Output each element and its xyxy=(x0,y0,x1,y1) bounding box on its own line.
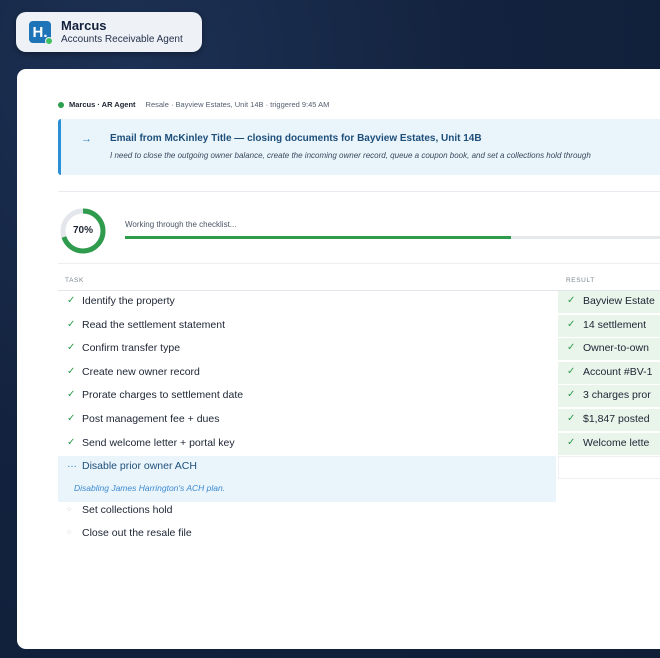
checkmark-icon: ✓ xyxy=(567,318,576,330)
result-cell: ✓ 14 settlement xyxy=(558,314,660,337)
workflow-panel: Marcus · AR Agent Resale · Bayview Estat… xyxy=(17,69,660,649)
task-label: Confirm transfer type xyxy=(82,342,181,355)
agent-card[interactable]: H. Marcus Accounts Receivable Agent xyxy=(16,12,202,52)
status-agent-label: Marcus · AR Agent xyxy=(69,100,136,109)
checkmark-icon: ✓ xyxy=(567,389,576,401)
task-row[interactable]: … Disable prior owner ACH Disabling James … xyxy=(58,456,556,503)
result-column-header: RESULT xyxy=(566,277,595,284)
task-detail: Disabling James Harrington's ACH plan. xyxy=(74,483,226,494)
task-row[interactable]: ✓ Post management fee + dues xyxy=(58,409,556,431)
task-label: Close out the resale file xyxy=(82,527,192,540)
divider xyxy=(58,263,660,264)
result-cell: ✓ $1,847 posted xyxy=(558,409,660,431)
task-label: Read the settlement statement xyxy=(82,318,225,331)
task-row[interactable]: ✓ Create new owner record xyxy=(58,362,556,384)
checkmark-icon: ✓ xyxy=(67,342,76,354)
agent-role: Accounts Receivable Agent xyxy=(61,33,183,45)
pending-circle-icon: ○ xyxy=(67,529,72,537)
email-title: Email from McKinley Title — closing docu… xyxy=(110,133,482,144)
result-label: 3 charges pror xyxy=(583,389,651,402)
progress-percent: 70% xyxy=(72,225,93,236)
pending-circle-icon: ○ xyxy=(67,505,72,513)
checkmark-icon: ✓ xyxy=(67,295,76,306)
divider xyxy=(58,191,660,192)
agent-name: Marcus xyxy=(61,18,107,34)
result-label: Welcome lette xyxy=(583,436,650,449)
checkmark-icon: ✓ xyxy=(67,413,76,424)
arrow-right-icon: → xyxy=(81,133,92,145)
progress-message: Working through the checklist... xyxy=(125,220,237,229)
task-label: Identify the property xyxy=(82,295,175,307)
result-cell: ✓ Welcome lette xyxy=(558,432,660,455)
result-label: Owner-to-own xyxy=(583,342,649,355)
result-cell: ✓ Bayview Estate xyxy=(558,291,660,313)
status-line: Marcus · AR Agent Resale · Bayview Estat… xyxy=(58,100,329,109)
checkmark-icon: ✓ xyxy=(67,365,76,377)
agent-logo-icon: H. xyxy=(29,21,53,45)
task-row[interactable]: ✓ Identify the property xyxy=(58,291,556,313)
result-label: $1,847 posted xyxy=(583,413,650,425)
task-label: Send welcome letter + portal key xyxy=(82,436,235,449)
in-progress-icon: … xyxy=(67,459,77,471)
checkmark-icon: ✓ xyxy=(567,365,576,377)
result-cell xyxy=(558,456,660,480)
task-row[interactable]: ✓ Read the settlement statement xyxy=(58,315,556,337)
checkmark-icon: ✓ xyxy=(567,342,576,354)
checkmark-icon: ✓ xyxy=(67,436,76,448)
task-label: Post management fee + dues xyxy=(82,413,220,425)
status-dot-icon xyxy=(58,101,64,108)
task-label: Disable prior owner ACH xyxy=(82,460,197,473)
task-label: Set collections hold xyxy=(82,503,173,516)
task-row[interactable]: ✓ Prorate charges to settlement date xyxy=(58,385,556,407)
progress-bar xyxy=(125,236,660,239)
result-cell: ✓ Owner-to-own xyxy=(558,338,660,361)
checkmark-icon: ✓ xyxy=(567,295,576,306)
result-cell: ✓ Account #BV-1 xyxy=(558,361,660,384)
result-cell: ✓ 3 charges pror xyxy=(558,385,660,408)
task-label: Create new owner record xyxy=(82,365,200,378)
email-trigger-card[interactable]: → Email from McKinley Title — closing do… xyxy=(58,119,660,175)
task-row[interactable]: ✓ Confirm transfer type xyxy=(58,338,556,360)
checkmark-icon: ✓ xyxy=(67,318,76,330)
task-row[interactable]: ○ Close out the resale file xyxy=(58,523,556,545)
checkmark-icon: ✓ xyxy=(567,436,576,448)
checkmark-icon: ✓ xyxy=(567,413,576,424)
task-row[interactable]: ○ Set collections hold xyxy=(58,500,556,522)
checkmark-icon: ✓ xyxy=(67,389,76,401)
online-status-dot xyxy=(45,37,53,45)
task-row[interactable]: ✓ Send welcome letter + portal key xyxy=(58,433,556,455)
result-label: 14 settlement xyxy=(583,318,647,331)
result-label: Bayview Estate xyxy=(583,295,655,307)
progress-bar-fill xyxy=(125,236,512,239)
result-label: Account #BV-1 xyxy=(583,365,653,378)
email-body: I need to close the outgoing owner balan… xyxy=(110,151,591,160)
status-context: Resale · Bayview Estates, Unit 14B · tri… xyxy=(145,100,330,109)
task-label: Prorate charges to settlement date xyxy=(82,389,244,402)
progress-ring: 70% xyxy=(59,207,107,255)
task-column-header: TASK xyxy=(65,277,84,284)
